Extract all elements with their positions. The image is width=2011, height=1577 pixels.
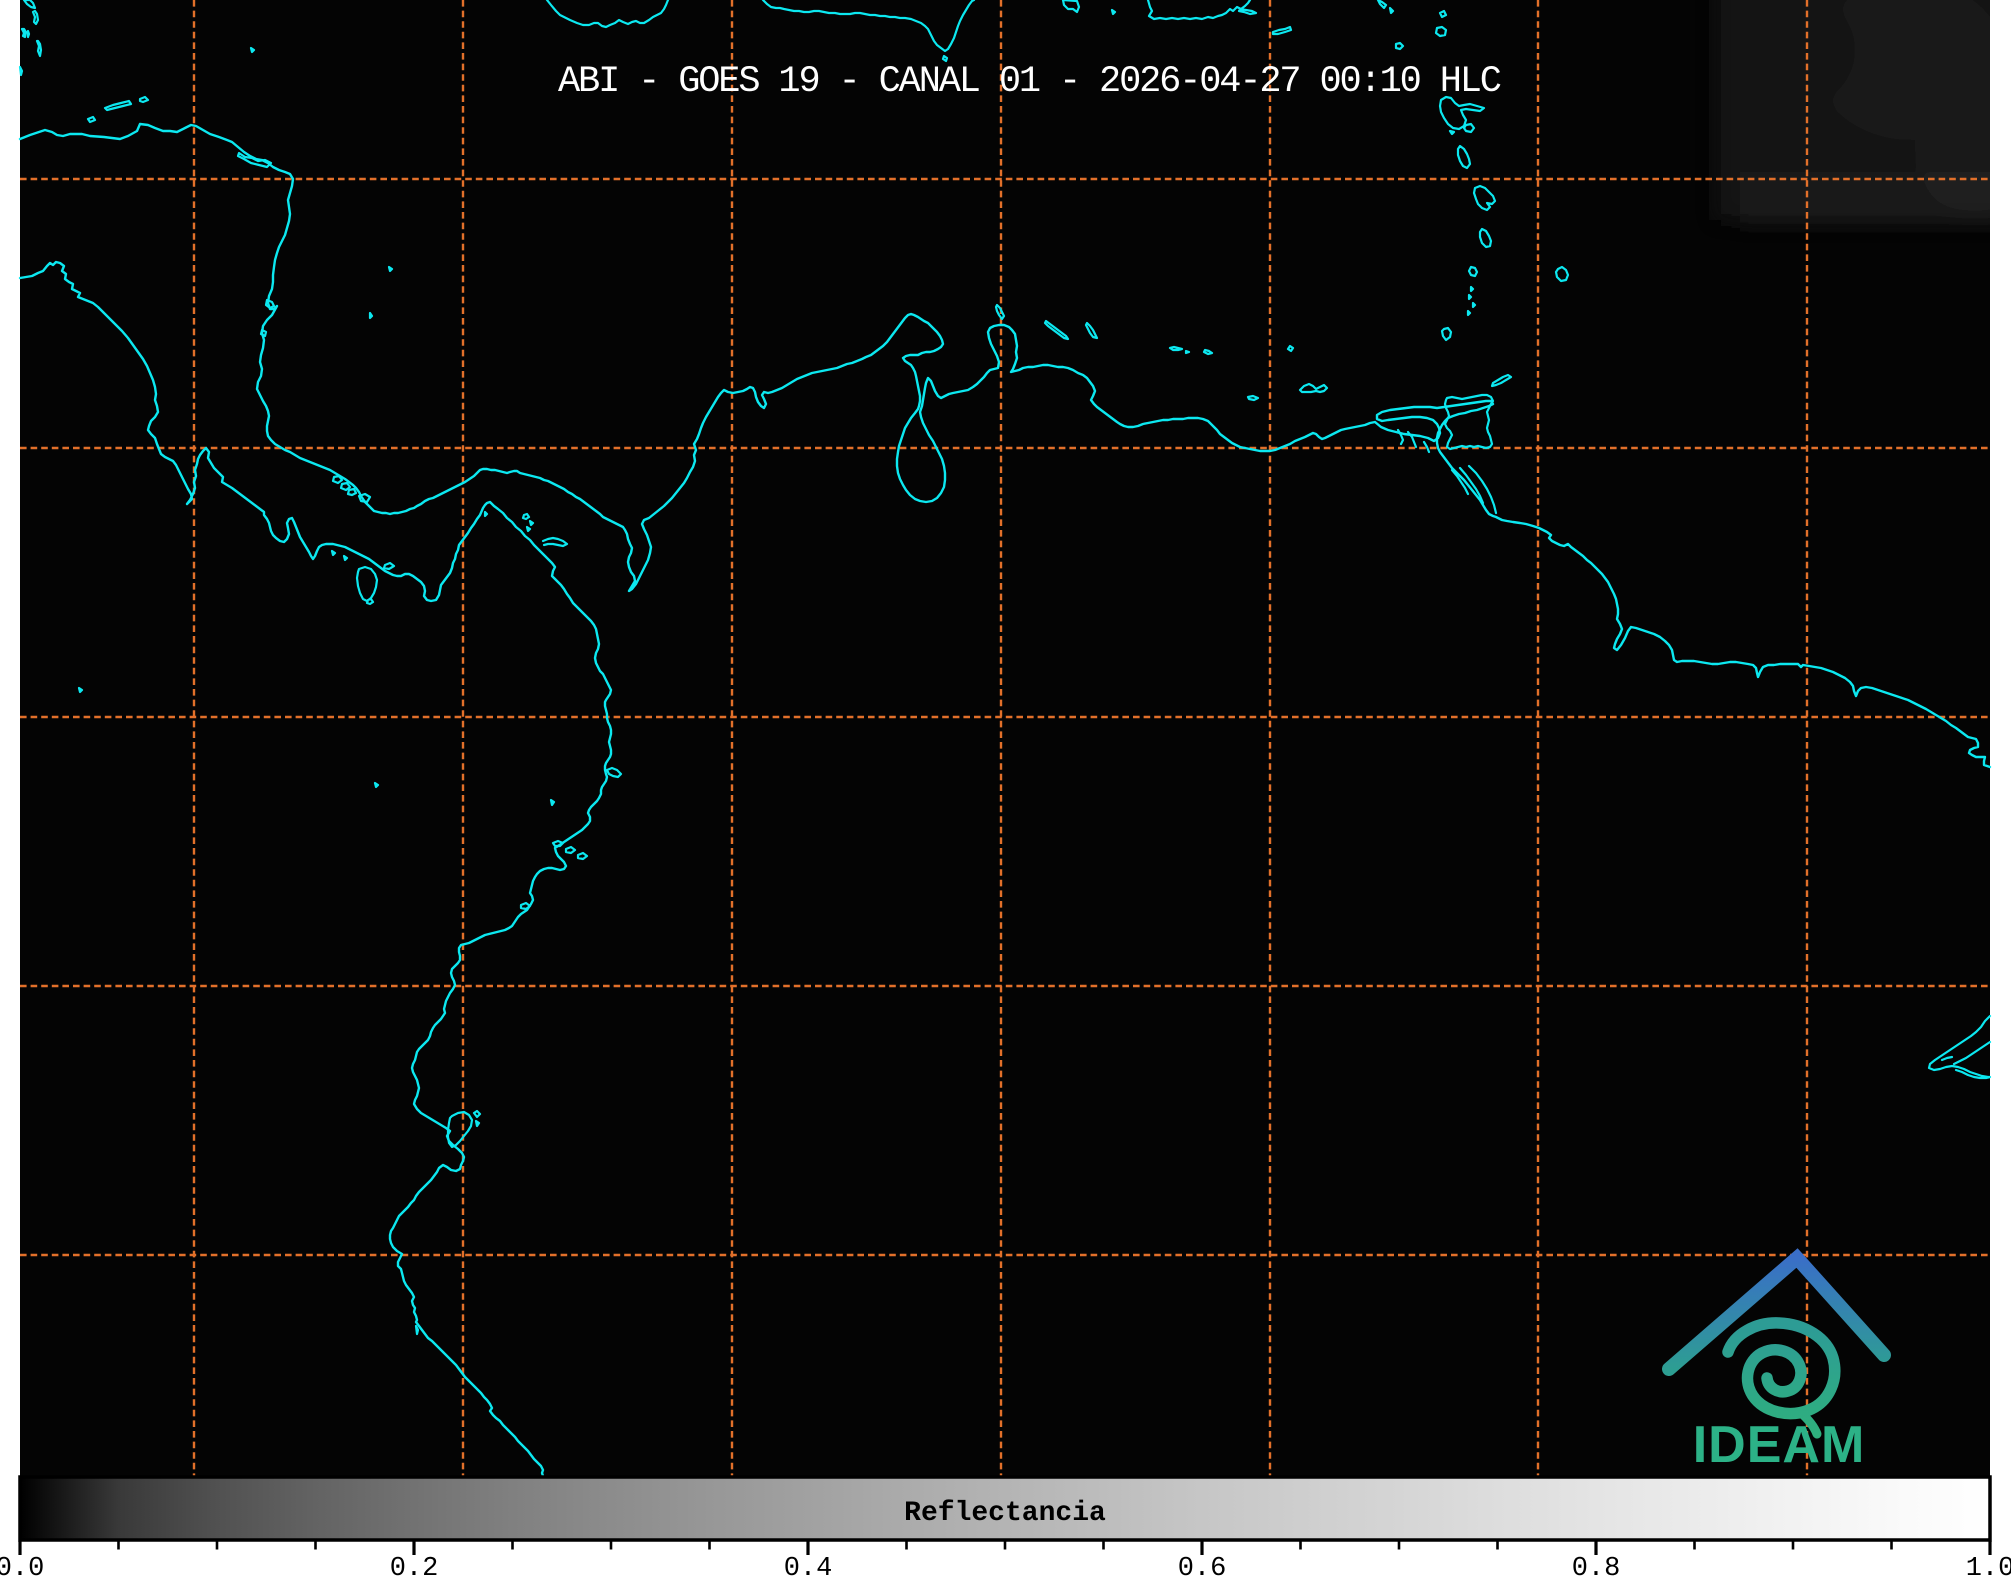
svg-text:0.4: 0.4 — [784, 1554, 833, 1577]
svg-text:IDEAM: IDEAM — [1693, 1416, 1866, 1474]
svg-text:Reflectancia: Reflectancia — [904, 1498, 1106, 1529]
svg-text:0.0: 0.0 — [0, 1554, 44, 1577]
svg-text:0.6: 0.6 — [1178, 1554, 1227, 1577]
svg-text:0.2: 0.2 — [390, 1554, 439, 1577]
svg-text:ABI - GOES 19 - CANAL 01 - 202: ABI - GOES 19 - CANAL 01 - 2026-04-27 00… — [558, 61, 1502, 103]
svg-text:0.8: 0.8 — [1572, 1554, 1621, 1577]
svg-text:1.0: 1.0 — [1966, 1554, 2011, 1577]
